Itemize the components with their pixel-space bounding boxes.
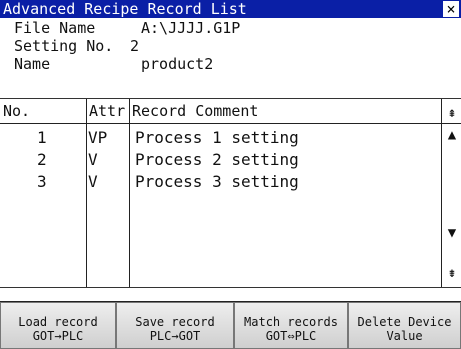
spacer (0, 288, 461, 302)
delete-device-label: Delete Device (357, 315, 452, 329)
load-record-direction: GOT→PLC (32, 329, 84, 343)
close-icon: × (446, 0, 456, 18)
save-record-direction: PLC→GOT (149, 329, 201, 343)
header-attr: Attr (89, 102, 126, 120)
row-no: 1 (37, 128, 47, 147)
scroll-bottom-button[interactable]: ⇟ (445, 265, 459, 281)
recipe-record-list-screen: Advanced Recipe Record List × File Name … (0, 0, 461, 349)
arrow-up-icon: ▲ (447, 127, 457, 143)
scroll-top-button[interactable]: ⇞ (445, 105, 459, 121)
vertical-scrollbar[interactable]: ⇞ ▲ ▼ ⇟ (441, 99, 461, 287)
match-records-label: Match records (244, 315, 338, 329)
record-info-panel: File Name A:\JJJJ.G1P Setting No. 2 Name… (0, 18, 461, 98)
file-name-label: File Name (14, 19, 96, 37)
close-button[interactable]: × (443, 1, 459, 17)
record-table: No. Attr Record Comment 1 VP Process 1 s… (0, 98, 461, 288)
scroll-up-button[interactable]: ▲ (445, 127, 459, 143)
header-divider (0, 123, 461, 124)
delete-device-value-label: Value (386, 329, 423, 343)
save-record-label: Save record (135, 315, 215, 329)
match-records-button[interactable]: Match records GOT⇔PLC (234, 302, 348, 349)
name-value: product2 (141, 55, 214, 73)
name-label: Name (14, 55, 51, 73)
file-name-value: A:\JJJJ.G1P (141, 19, 241, 37)
scroll-top-icon: ⇞ (447, 105, 457, 121)
table-row[interactable]: 2 V Process 2 setting (0, 149, 440, 171)
load-record-label: Load record (18, 315, 98, 329)
scroll-bottom-icon: ⇟ (447, 265, 457, 281)
window-title: Advanced Recipe Record List (3, 0, 247, 18)
row-attr: V (88, 172, 98, 191)
row-attr: V (88, 150, 98, 169)
row-comment: Process 3 setting (135, 172, 299, 191)
table-row[interactable]: 1 VP Process 1 setting (0, 127, 440, 149)
scroll-down-button[interactable]: ▼ (445, 225, 459, 241)
save-record-button[interactable]: Save record PLC→GOT (116, 302, 234, 349)
setting-no-label: Setting No. (14, 37, 114, 55)
header-no: No. (3, 102, 31, 120)
row-comment: Process 2 setting (135, 150, 299, 169)
title-bar: Advanced Recipe Record List × (0, 0, 461, 18)
delete-device-value-button[interactable]: Delete Device Value (348, 302, 461, 349)
row-attr: VP (88, 128, 108, 147)
function-button-bar: Load record GOT→PLC Save record PLC→GOT … (0, 301, 461, 349)
row-no: 3 (37, 172, 47, 191)
setting-no-value: 2 (130, 37, 140, 55)
row-comment: Process 1 setting (135, 128, 299, 147)
match-records-direction: GOT⇔PLC (265, 329, 317, 343)
load-record-button[interactable]: Load record GOT→PLC (0, 302, 116, 349)
row-no: 2 (37, 150, 47, 169)
header-record-comment: Record Comment (132, 102, 259, 120)
arrow-down-icon: ▼ (447, 225, 457, 241)
table-row[interactable]: 3 V Process 3 setting (0, 171, 440, 193)
